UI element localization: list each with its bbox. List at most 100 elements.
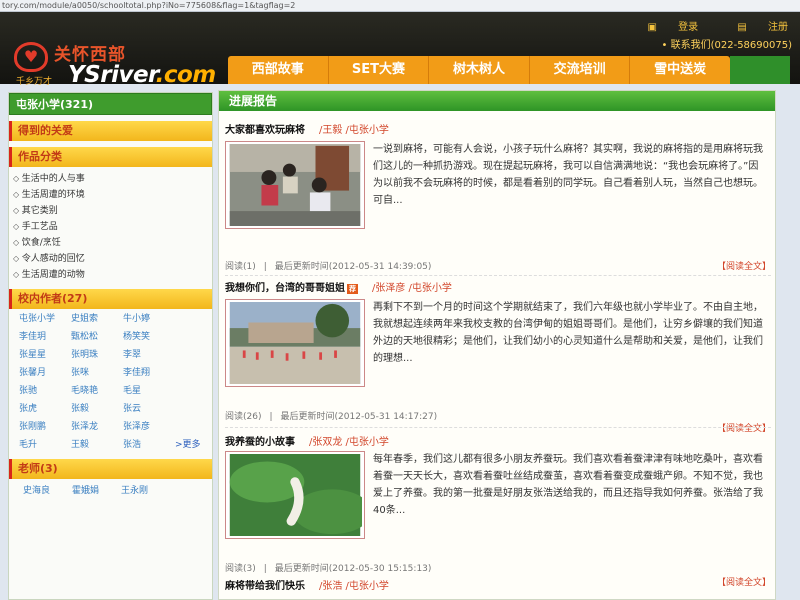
article-photo[interactable] <box>225 299 365 387</box>
article-item: 大家都喜欢玩麻将/王毅 /屯张小学 一说到麻将，可能有人会说，小孩子玩什么麻将？… <box>225 121 771 281</box>
article-title-row: 我想你们，台湾的哥哥姐姐荐/张泽彦 /屯张小学 <box>225 279 771 294</box>
author-link[interactable]: 毛升 <box>19 437 71 453</box>
author-link[interactable]: 屯张小学 <box>19 311 71 327</box>
author-link[interactable]: 张泽龙 <box>71 419 123 435</box>
authors-title: 校内作者(27) <box>9 289 212 309</box>
article-excerpt: 再剩下不到一个月的时间这个学期就结束了，我们六年级也就小学毕业了。不由自主地，我… <box>373 302 763 364</box>
category-item[interactable]: 生活中的人与事 <box>9 171 212 187</box>
read-count: 阅读(26) <box>225 412 262 422</box>
category-item[interactable]: 其它类别 <box>9 203 212 219</box>
logo-english: YSriver.com <box>68 62 216 88</box>
author-link[interactable]: 李佳玥 <box>19 329 71 345</box>
author-link[interactable]: 牛小婷 <box>123 311 175 327</box>
author-link[interactable]: 张毅 <box>71 401 123 417</box>
author-spacer <box>175 419 215 435</box>
heart-logo-icon: ♥ <box>14 42 48 72</box>
category-item[interactable]: 饮食/烹饪 <box>9 235 212 251</box>
article-meta[interactable]: /张泽彦 /屯张小学 <box>372 283 452 294</box>
lock-icon: ▣ <box>647 22 661 33</box>
author-link[interactable]: 甄松松 <box>71 329 123 345</box>
nav-item-stories[interactable]: 西部故事 <box>228 56 329 84</box>
author-link[interactable]: 张云 <box>123 401 175 417</box>
article-excerpt: 一说到麻将，可能有人会说，小孩子玩什么麻将？其实啊，我说的麻将指的是用麻将玩我们… <box>373 144 763 206</box>
article-item: 我养蚕的小故事/张双龙 /屯张小学 每年春季，我们这儿都有很多小朋友养蚕玩。我们… <box>225 433 771 588</box>
main-nav: 西部故事 SET大赛 树木树人 交流培训 雪中送炭 <box>228 56 730 84</box>
author-link[interactable]: 毛晓艳 <box>71 383 123 399</box>
care-title[interactable]: 得到的关爱 <box>9 121 212 141</box>
author-list: 屯张小学 史姐索 牛小婷 李佳玥 甄松松 杨笑笑 张星星 张明珠 李翠 张馨月 … <box>9 309 212 453</box>
article-title-row: 麻将带给我们快乐/张浩 /屯张小学 <box>225 577 771 592</box>
author-link[interactable]: 张明珠 <box>71 347 123 363</box>
contact-link[interactable]: • 联系我们(022-58690075) <box>662 36 792 51</box>
read-count: 阅读(3) <box>225 564 256 574</box>
divider <box>225 275 771 276</box>
section-title: 进展报告 <box>219 91 775 111</box>
update-time: 最后更新时间(2012-05-31 14:17:27) <box>280 412 438 422</box>
author-link[interactable]: 王毅 <box>71 437 123 453</box>
category-item[interactable]: 生活周遭的环境 <box>9 187 212 203</box>
login-link[interactable]: ▣ 登录 <box>630 22 699 33</box>
article-footer: 阅读(26) | 最后更新时间(2012-05-31 14:17:27) 【阅读全文… <box>225 412 771 434</box>
author-link[interactable]: 张馨月 <box>19 365 71 381</box>
article-title[interactable]: 我养蚕的小故事 <box>225 437 295 448</box>
article-meta[interactable]: /张双龙 /屯张小学 <box>309 437 389 448</box>
article-meta[interactable]: /张浩 /屯张小学 <box>319 581 389 592</box>
author-spacer <box>175 383 215 399</box>
nav-item-charity[interactable]: 雪中送炭 <box>630 56 730 84</box>
teacher-link[interactable]: 霍娥娟 <box>72 483 99 496</box>
register-label: 注册 <box>768 22 788 33</box>
author-spacer <box>175 365 215 381</box>
article-photo[interactable] <box>225 141 365 229</box>
category-item[interactable]: 令人感动的回忆 <box>9 251 212 267</box>
author-link[interactable]: 史姐索 <box>71 311 123 327</box>
read-count: 阅读(1) <box>225 262 256 272</box>
sidebar: 屯张小学(321) 得到的关爱 作品分类 生活中的人与事 生活周遭的环境 其它类… <box>8 92 213 600</box>
address-bar[interactable]: tory.com/module/a0050/schooltotal.php?iN… <box>0 0 800 12</box>
read-full-link[interactable]: 【阅读全文】 <box>717 259 771 272</box>
update-time: 最后更新时间(2012-05-30 15:15:13) <box>274 564 432 574</box>
author-link[interactable]: 张刚鹏 <box>19 419 71 435</box>
author-link[interactable]: 杨笑笑 <box>123 329 175 345</box>
author-link[interactable]: 毛星 <box>123 383 175 399</box>
school-title[interactable]: 屯张小学(321) <box>9 93 212 115</box>
article-excerpt: 每年春季，我们这儿都有很多小朋友养蚕玩。我们喜欢看着蚕津津有味地吃桑叶，喜欢看着… <box>373 454 763 516</box>
main-content: 进展报告 大家都喜欢玩麻将/王毅 /屯张小学 一说到麻将，可能有人会说，小孩子玩… <box>218 90 776 600</box>
top-links: ▣ 登录 ▤ 注册 <box>612 18 788 33</box>
article-photo[interactable] <box>225 451 365 539</box>
update-time: 最后更新时间(2012-05-31 14:39:05) <box>274 262 432 272</box>
site-logo[interactable]: ♥ 关怀西部 千乡万才 YSriver.com <box>12 40 227 92</box>
children-playing-photo <box>229 144 361 226</box>
category-item[interactable]: 手工艺品 <box>9 219 212 235</box>
author-link[interactable]: 张泽彦 <box>123 419 175 435</box>
article-item: 麻将带给我们快乐/张浩 /屯张小学 <box>225 577 771 597</box>
article-title[interactable]: 我想你们，台湾的哥哥姐姐 <box>225 283 345 294</box>
author-link[interactable]: 张虎 <box>19 401 71 417</box>
more-authors-link[interactable]: >更多 <box>175 437 215 453</box>
teacher-link[interactable]: 王永刚 <box>121 483 148 496</box>
author-link[interactable]: 李佳翔 <box>123 365 175 381</box>
category-title: 作品分类 <box>9 147 212 167</box>
article-item: 我想你们，台湾的哥哥姐姐荐/张泽彦 /屯张小学 再剩下不到一个月的时间这个学期就… <box>225 279 771 434</box>
silkworm-photo <box>229 454 362 536</box>
author-link[interactable]: 张驰 <box>19 383 71 399</box>
divider <box>225 427 771 428</box>
nav-item-set[interactable]: SET大赛 <box>329 56 430 84</box>
author-link[interactable]: 李翠 <box>123 347 175 363</box>
logo-en-main: YSriver <box>68 62 156 88</box>
article-title[interactable]: 大家都喜欢玩麻将 <box>225 125 305 136</box>
nav-item-training[interactable]: 交流培训 <box>530 56 631 84</box>
article-footer: 阅读(3) | 最后更新时间(2012-05-30 15:15:13) 【阅读全文】 <box>225 564 771 588</box>
article-meta[interactable]: /王毅 /屯张小学 <box>319 125 389 136</box>
teacher-link[interactable]: 史海良 <box>23 483 50 496</box>
category-item[interactable]: 生活周遭的动物 <box>9 267 212 283</box>
article-title-row: 我养蚕的小故事/张双龙 /屯张小学 <box>225 433 771 448</box>
author-link[interactable]: 张咪 <box>71 365 123 381</box>
author-link[interactable]: 张星星 <box>19 347 71 363</box>
register-link[interactable]: ▤ 注册 <box>719 22 788 33</box>
article-title[interactable]: 麻将带给我们快乐 <box>225 581 305 592</box>
recommend-badge: 荐 <box>347 284 358 294</box>
author-spacer <box>175 401 215 417</box>
nav-item-trees[interactable]: 树木树人 <box>429 56 530 84</box>
article-title-row: 大家都喜欢玩麻将/王毅 /屯张小学 <box>225 121 771 136</box>
author-link[interactable]: 张浩 <box>123 437 175 453</box>
